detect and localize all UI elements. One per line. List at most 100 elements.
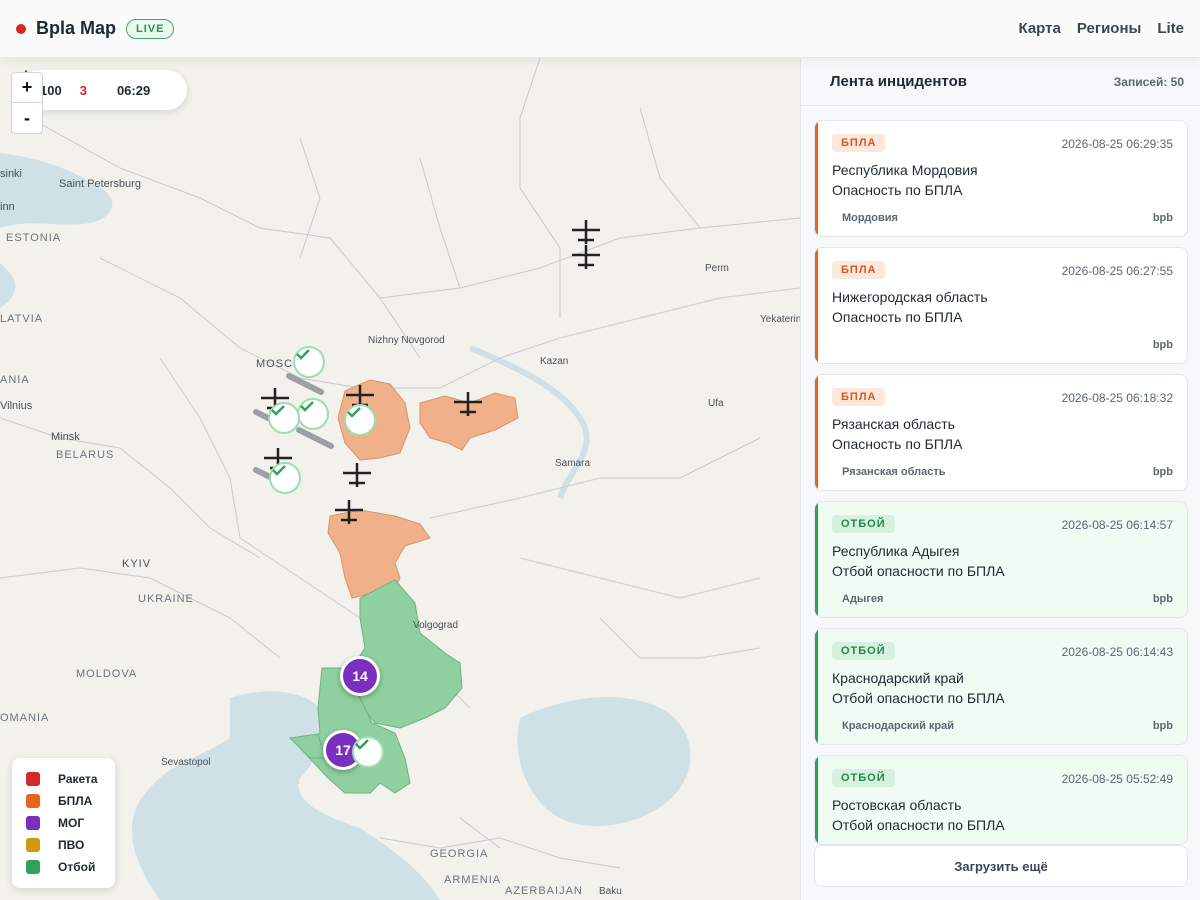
incident-area: Адыгея (842, 593, 884, 605)
map-label-georgia: GEORGIA (430, 848, 489, 860)
incident-tag: ОТБОЙ (832, 769, 895, 787)
severity-bar (815, 375, 818, 490)
incident-card[interactable]: БПЛА 2026-08-25 06:18:32 Рязанская облас… (814, 374, 1188, 491)
incident-card[interactable]: БПЛА 2026-08-25 06:27:55 Нижегородская о… (814, 247, 1188, 364)
map-label-saint-petersburg: Saint Petersburg (59, 178, 141, 190)
incident-text: Отбой опасности по БПЛА (832, 817, 1005, 833)
incident-area: Краснодарский край (842, 720, 955, 732)
legend-item-mog: МОГ (26, 812, 101, 834)
incident-region: Республика Мордовия (832, 162, 978, 178)
all-clear-check-icon[interactable] (268, 402, 300, 434)
incident-source: bpb (1152, 339, 1173, 351)
map-label-perm: Perm (705, 263, 729, 274)
last-update-time: 06:29 (116, 82, 151, 98)
legend-label: МОГ (58, 816, 85, 830)
feed-header: Лента инцидентов Записей: 50 (801, 58, 1200, 106)
map-label-sevastopol: Sevastopol (161, 757, 211, 768)
severity-bar (815, 502, 818, 617)
incident-card[interactable]: БПЛА 2026-08-25 06:29:35 Республика Морд… (814, 120, 1188, 237)
map-label-samara: Samara (555, 458, 591, 469)
drone-icon[interactable] (452, 390, 484, 418)
incident-time: 2026-08-25 06:27:55 (1061, 264, 1173, 278)
incident-tag: БПЛА (832, 261, 886, 279)
legend-item-drone: БПЛА (26, 790, 101, 812)
map-label-nizhny-novgorod: Nizhny Novgorod (368, 335, 445, 346)
legend-item-rocket: Ракета (26, 768, 101, 790)
incident-meta: Краснодарский край bpb (842, 720, 1173, 732)
incident-tag: ОТБОЙ (832, 642, 895, 660)
feed-title: Лента инцидентов (830, 73, 967, 90)
incident-meta: Мордовия bpb (842, 212, 1173, 224)
drone-icon[interactable] (570, 218, 602, 246)
zoom-in-button[interactable]: + (12, 73, 42, 103)
map-label-moldova: MOLDOVA (76, 668, 138, 680)
map-legend: Ракета БПЛА МОГ ПВО Отбой (12, 758, 115, 888)
legend-swatch (26, 794, 40, 808)
incident-time: 2026-08-25 05:52:49 (1061, 772, 1173, 786)
map-label-latvia: LATVIA (0, 313, 44, 325)
legend-label: ПВО (58, 838, 85, 852)
map-label-vilnius: Vilnius (0, 400, 33, 412)
nav-link-map[interactable]: Карта (1019, 20, 1061, 37)
incident-card[interactable]: ОТБОЙ 2026-08-25 06:14:43 Краснодарский … (814, 628, 1188, 745)
severity-bar (815, 756, 818, 844)
legend-swatch (26, 838, 40, 852)
incident-area: Мордовия (842, 212, 898, 224)
all-clear-check-icon[interactable] (297, 398, 329, 430)
incident-tag: ОТБОЙ (832, 515, 895, 533)
all-clear-check-icon[interactable] (352, 736, 384, 768)
all-clear-check-icon[interactable] (344, 404, 376, 436)
incident-area: Рязанская область (842, 466, 946, 478)
live-badge: LIVE (126, 18, 175, 39)
all-clear-check-icon[interactable] (293, 346, 325, 378)
live-indicator-dot (16, 23, 26, 34)
map-label-yekaterinburg: Yekaterin (760, 314, 800, 325)
stats-pill: 100 3 06:29 (20, 70, 187, 110)
map-label-lithuania: ANIA (0, 374, 30, 386)
incident-feed-panel: Лента инцидентов Записей: 50 БПЛА 2026-0… (800, 58, 1200, 900)
incident-region: Краснодарский край (832, 670, 964, 686)
zoom-out-button[interactable]: - (12, 103, 42, 133)
app-title: Bpla Map (36, 18, 117, 38)
incident-source: bpb (1152, 593, 1173, 605)
incident-cluster[interactable]: 14 (340, 656, 380, 696)
map-label-helsinki: sinki (0, 168, 23, 180)
total-count: 100 (40, 82, 62, 98)
drone-icon[interactable] (341, 461, 373, 489)
incident-time: 2026-08-25 06:29:35 (1061, 137, 1173, 151)
map-area[interactable]: sinki Saint Petersburg inn ESTONIA LATVI… (0, 58, 800, 900)
incident-card[interactable]: ОТБОЙ 2026-08-25 05:52:49 Ростовская обл… (814, 755, 1188, 845)
nav-link-regions[interactable]: Регионы (1077, 20, 1141, 37)
incident-meta: bpb (842, 339, 1173, 351)
incident-list: БПЛА 2026-08-25 06:29:35 Республика Морд… (814, 120, 1188, 855)
map-label-baku: Baku (599, 886, 622, 897)
alerts-count-value: 3 (79, 82, 87, 98)
drone-icon[interactable] (570, 243, 602, 271)
legend-item-air-defense: ПВО (26, 834, 101, 856)
incident-meta: Адыгея bpb (842, 593, 1173, 605)
incident-region: Ростовская область (832, 797, 962, 813)
incident-time: 2026-08-25 06:14:57 (1061, 518, 1173, 532)
incident-text: Отбой опасности по БПЛА (832, 563, 1005, 579)
incident-text: Опасность по БПЛА (832, 182, 963, 198)
legend-swatch (26, 860, 40, 874)
incident-time: 2026-08-25 06:18:32 (1061, 391, 1173, 405)
all-clear-check-icon[interactable] (269, 462, 301, 494)
main-nav: Карта Регионы Lite (1019, 20, 1185, 37)
incident-text: Опасность по БПЛА (832, 436, 963, 452)
top-bar: Bpla Map LIVE Карта Регионы Lite (0, 0, 1200, 58)
legend-swatch (26, 772, 40, 786)
drone-icon[interactable] (333, 498, 365, 526)
severity-bar (815, 248, 818, 363)
incident-tag: БПЛА (832, 388, 886, 406)
incident-region: Рязанская область (832, 416, 955, 432)
incident-region: Республика Адыгея (832, 543, 960, 559)
nav-link-lite[interactable]: Lite (1157, 20, 1184, 37)
alerts-count: 3 (20, 70, 87, 98)
incident-time: 2026-08-25 06:14:43 (1061, 645, 1173, 659)
legend-label: Ракета (58, 772, 98, 786)
incident-card[interactable]: ОТБОЙ 2026-08-25 06:14:57 Республика Ады… (814, 501, 1188, 618)
legend-label: Отбой (58, 860, 96, 874)
load-more-button[interactable]: Загрузить ещё (814, 845, 1188, 887)
map-label-belarus: BELARUS (56, 449, 115, 461)
